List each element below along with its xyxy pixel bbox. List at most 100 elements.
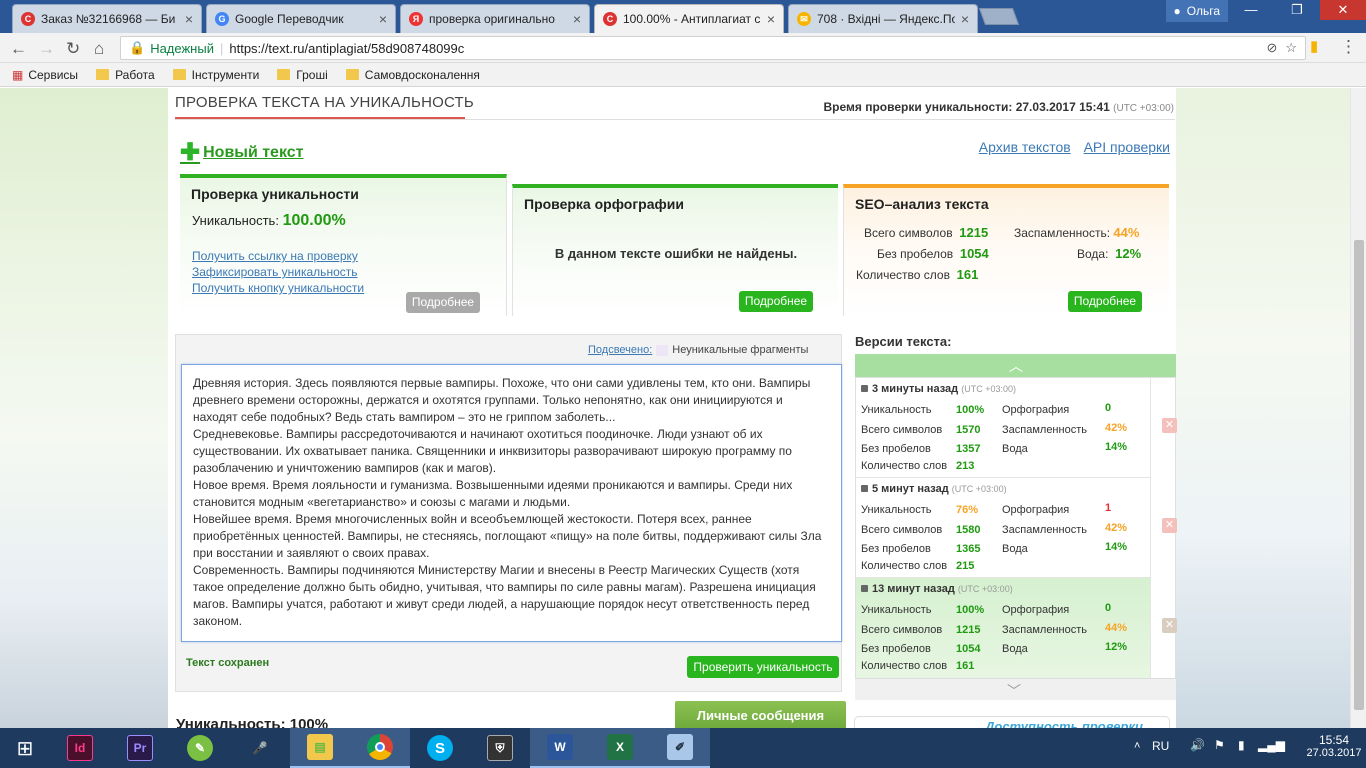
taskbar-skype[interactable]: S [410, 728, 470, 768]
bookmark-folder[interactable]: Гроші [277, 68, 328, 82]
forward-arrow-icon[interactable]: → [38, 39, 55, 59]
url-text[interactable]: https://text.ru/antiplagiat/58d908748099… [229, 41, 464, 56]
header-divider [175, 119, 1175, 120]
close-tab-icon[interactable]: × [767, 11, 775, 27]
new-text-link[interactable]: ✚ Новый текст [180, 139, 303, 166]
taskbar-game[interactable]: ⛨ [470, 728, 530, 768]
check-uniqueness-button[interactable]: Проверить уникальность [687, 656, 839, 678]
highlight-legend: Подсвечено: Неуникальные фрагменты [588, 344, 809, 356]
get-link-link[interactable]: Получить ссылку на проверку [192, 248, 364, 264]
taskbar-microphone[interactable]: 🎤 [230, 728, 290, 768]
apps-grid-icon: ▦ [12, 67, 24, 82]
address-bar[interactable]: 🔒 Надежный | https://text.ru/antiplagiat… [120, 36, 1306, 60]
delete-version-icon[interactable]: ✕ [1162, 418, 1177, 433]
close-tab-icon[interactable]: × [379, 11, 387, 27]
tab-mail[interactable]: ✉ 708 · Вхідні — Яндекс.По × [788, 4, 978, 33]
network-icon[interactable]: ▂▄▆ [1258, 738, 1285, 752]
maximize-button[interactable]: ❐ [1274, 0, 1320, 20]
availability-link[interactable]: Доступность проверки [854, 716, 1170, 728]
seo-panel: SEO–анализ текста Всего символов 1215 Бе… [843, 184, 1169, 316]
home-icon[interactable]: ⌂ [94, 39, 104, 59]
tab-search[interactable]: Я проверка оригинально × [400, 4, 590, 33]
background-decoration [0, 88, 168, 728]
windows-taskbar: ⊞ Id Pr ✎ 🎤 ▤ S ⛨ W X ✐ ˄ RU 🔊 ⚑ ▮ ▂▄▆ 1… [0, 728, 1366, 768]
indesign-icon: Id [67, 735, 93, 761]
keyboard-lang[interactable]: RU [1152, 739, 1169, 753]
close-window-button[interactable]: ✕ [1320, 0, 1366, 20]
lock-icon [861, 385, 868, 392]
windows-logo-icon: ⊞ [16, 737, 34, 760]
minimize-button[interactable]: — [1228, 0, 1274, 20]
uniqueness-summary: Уникальность: 100% [176, 716, 329, 728]
chrome-icon [367, 734, 393, 760]
delete-version-icon[interactable]: ✕ [1162, 618, 1177, 633]
bookmark-folder[interactable]: Самовдосконалення [345, 68, 480, 82]
taskbar-word[interactable]: W [530, 728, 590, 768]
menu-icon[interactable]: ⋮ [1340, 37, 1357, 57]
game-shield-icon: ⛨ [487, 735, 513, 761]
tab-order[interactable]: C Заказ №32166968 — Би × [12, 4, 202, 33]
taskbar-indesign[interactable]: Id [50, 728, 110, 768]
reload-icon[interactable]: ↻ [66, 39, 80, 59]
lock-icon: 🔒 [129, 40, 146, 55]
delete-version-icon[interactable]: ✕ [1162, 518, 1177, 533]
versions-scroll-up[interactable]: ︿ [855, 354, 1176, 377]
antiplagiat-favicon-icon: C [603, 12, 617, 26]
flag-icon[interactable]: ⚑ [1214, 738, 1225, 752]
bookmark-folder[interactable]: Інструменти [172, 68, 259, 82]
tab-translate[interactable]: G Google Переводчик × [206, 4, 396, 33]
bookmark-star-icon[interactable]: ☆ [1285, 40, 1297, 56]
taskbar-excel[interactable]: X [590, 728, 650, 768]
spelling-more-button[interactable]: Подробнее [739, 291, 813, 312]
back-arrow-icon[interactable]: ← [10, 39, 27, 59]
skype-icon: S [427, 735, 453, 761]
premiere-icon: Pr [127, 735, 153, 761]
uniqueness-more-button[interactable]: Подробнее [406, 292, 480, 313]
get-button-link[interactable]: Получить кнопку уникальности [192, 280, 364, 296]
lock-icon [861, 585, 868, 592]
close-tab-icon[interactable]: × [185, 11, 193, 27]
extension-icon[interactable]: ▮ [1310, 37, 1318, 55]
close-tab-icon[interactable]: × [573, 11, 581, 27]
archive-link[interactable]: Архив текстов [979, 139, 1071, 155]
taskbar-corel[interactable]: ✎ [170, 728, 230, 768]
taskbar-chrome[interactable] [350, 728, 410, 768]
taskbar-explorer[interactable]: ▤ [290, 728, 350, 768]
version-item[interactable]: 5 минут назад (UTC +03:00) Уникальность 7… [856, 478, 1150, 578]
clock[interactable]: 15:54 27.03.2017 [1306, 733, 1362, 759]
tray-arrow-icon[interactable]: ˄ [1134, 740, 1140, 752]
taskbar-notepad[interactable]: ✐ [650, 728, 710, 768]
cookie-icon[interactable]: ⊘ [1266, 40, 1277, 56]
notepad-icon: ✐ [667, 734, 693, 760]
text-input-area[interactable]: Древняя история. Здесь появляются первые… [181, 364, 842, 642]
highlight-link[interactable]: Подсвечено: [588, 344, 652, 356]
bookmark-apps[interactable]: ▦ Сервисы [12, 68, 78, 82]
check-time: Время проверки уникальности: 27.03.2017 … [823, 100, 1174, 114]
navigation-bar: ← → ↻ ⌂ 🔒 Надежный | https://text.ru/ant… [0, 33, 1366, 63]
private-messages-button[interactable]: Личные сообщения [675, 701, 846, 728]
browser-tab-bar: C Заказ №32166968 — Би × G Google Перевод… [0, 0, 1366, 33]
fix-uniqueness-link[interactable]: Зафиксировать уникальность [192, 264, 364, 280]
versions-scroll-down[interactable]: ﹀ [855, 678, 1176, 700]
profile-button[interactable]: ● Ольга [1165, 0, 1228, 22]
close-tab-icon[interactable]: × [961, 11, 969, 27]
spelling-panel-title: Проверка орфографии [524, 196, 684, 212]
lock-icon [861, 485, 868, 492]
tab-antiplagiat[interactable]: C 100.00% - Антиплагиат с × [594, 4, 784, 33]
version-item[interactable]: 3 минуты назад (UTC +03:00) Уникальность… [856, 378, 1150, 478]
volume-icon[interactable]: 🔊 [1190, 738, 1205, 752]
taskbar-premiere[interactable]: Pr [110, 728, 170, 768]
plus-icon: ✚ [180, 139, 201, 166]
version-item-selected[interactable]: 13 минут назад (UTC +03:00) Уникальность… [856, 578, 1150, 678]
start-button[interactable]: ⊞ [0, 728, 50, 768]
page-viewport: ПРОВЕРКА ТЕКСТА НА УНИКАЛЬНОСТЬ Время пр… [0, 88, 1366, 728]
top-links: Архив текстов API проверки [970, 139, 1170, 155]
battery-icon[interactable]: ▮ [1238, 738, 1245, 752]
api-link[interactable]: API проверки [1084, 139, 1170, 155]
new-tab-button[interactable] [978, 8, 1020, 25]
scrollbar-thumb[interactable] [1354, 240, 1364, 710]
bookmark-folder[interactable]: Работа [96, 68, 155, 82]
page-scrollbar[interactable] [1350, 88, 1366, 728]
seo-panel-title: SEO–анализ текста [855, 196, 989, 212]
seo-more-button[interactable]: Подробнее [1068, 291, 1142, 312]
